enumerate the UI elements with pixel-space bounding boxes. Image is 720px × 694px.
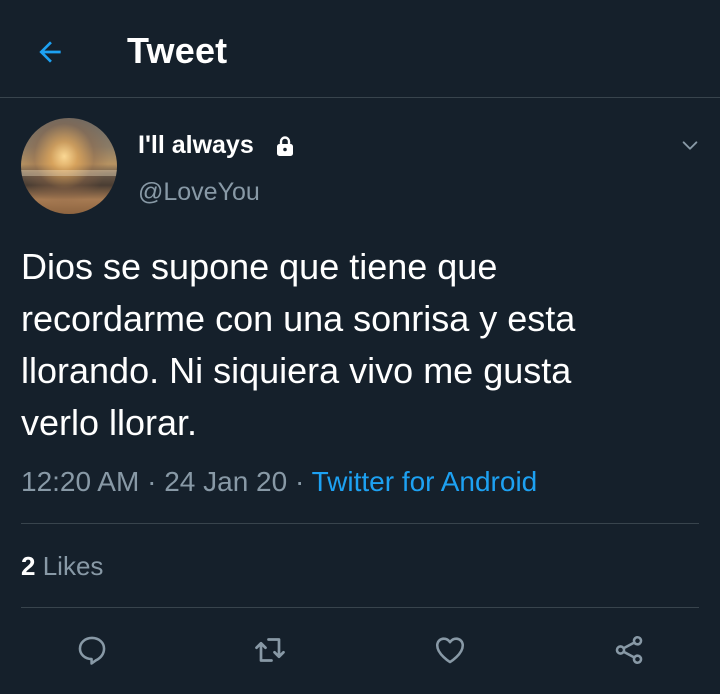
likes-stat[interactable]: 2 Likes: [21, 551, 103, 582]
tweet-meta: 12:20 AM · 24 Jan 20 · Twitter for Andro…: [21, 466, 537, 498]
share-button[interactable]: [609, 630, 649, 670]
avatar[interactable]: [21, 118, 117, 214]
arrow-left-icon: [34, 36, 66, 68]
like-button[interactable]: [430, 630, 470, 670]
chevron-down-icon: [679, 135, 701, 157]
top-bar: Tweet: [0, 0, 720, 98]
lock-icon: [273, 134, 297, 158]
display-name[interactable]: I'll always: [138, 131, 254, 160]
back-button[interactable]: [30, 32, 70, 72]
meta-separator: ·: [294, 466, 305, 497]
page-title: Tweet: [127, 30, 228, 71]
divider: [21, 523, 699, 524]
user-handle[interactable]: @LoveYou: [138, 178, 260, 207]
divider: [21, 607, 699, 608]
more-options-button[interactable]: [676, 132, 704, 160]
reply-icon: [75, 633, 109, 667]
tweet-date: 24 Jan 20: [164, 466, 288, 497]
tweet-time: 12:20 AM: [21, 466, 140, 497]
heart-icon: [433, 633, 467, 667]
share-icon: [612, 633, 646, 667]
tweet-source-link[interactable]: Twitter for Android: [312, 466, 538, 497]
meta-separator: ·: [147, 466, 157, 497]
tweet-text: Dios se supone que tiene que recordarme …: [21, 246, 576, 443]
reply-button[interactable]: [72, 630, 112, 670]
retweet-icon: [252, 632, 288, 668]
retweet-button[interactable]: [250, 630, 290, 670]
likes-label: Likes: [42, 551, 104, 581]
likes-count: 2: [21, 551, 36, 581]
